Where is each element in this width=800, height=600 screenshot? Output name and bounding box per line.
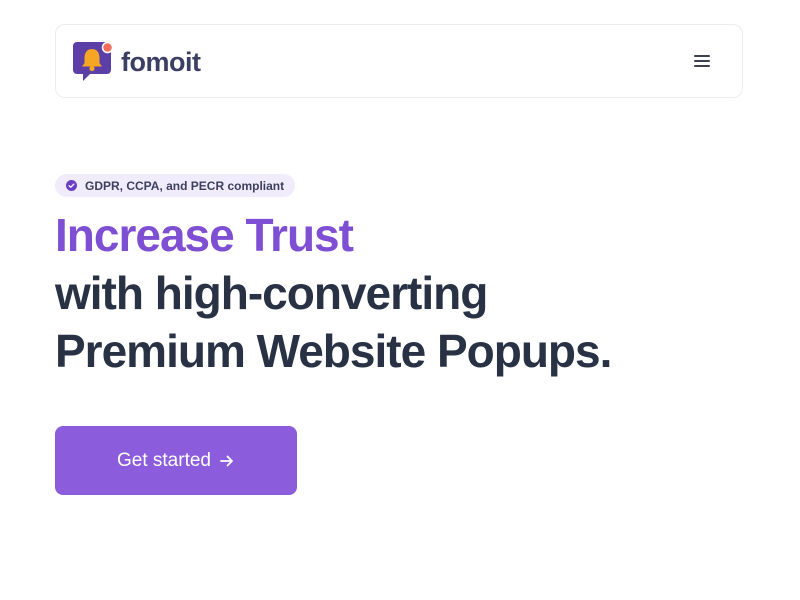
get-started-label: Get started <box>117 449 211 471</box>
arrow-right-icon <box>220 455 233 466</box>
headline-line-2: with high-converting <box>55 267 488 319</box>
menu-button[interactable] <box>692 51 712 71</box>
check-badge-icon <box>66 180 77 191</box>
hero-headline: Increase Trust with high-converting Prem… <box>55 206 612 380</box>
compliance-badge: GDPR, CCPA, and PECR compliant <box>55 174 296 197</box>
get-started-button[interactable]: Get started <box>55 426 297 495</box>
brand-logo[interactable]: fomoit <box>72 41 201 83</box>
hamburger-menu-icon <box>694 55 710 67</box>
headline-line-3: Premium Website Popups. <box>55 325 612 377</box>
badge-text: GDPR, CCPA, and PECR compliant <box>85 178 285 193</box>
bell-speech-bubble-icon <box>73 41 114 81</box>
brand-name: fomoit <box>121 47 201 77</box>
navbar: fomoit <box>55 24 743 98</box>
page: fomoit GDPR, CCPA, and PECR compliant In… <box>0 0 800 600</box>
headline-accent: Increase Trust <box>55 209 354 261</box>
